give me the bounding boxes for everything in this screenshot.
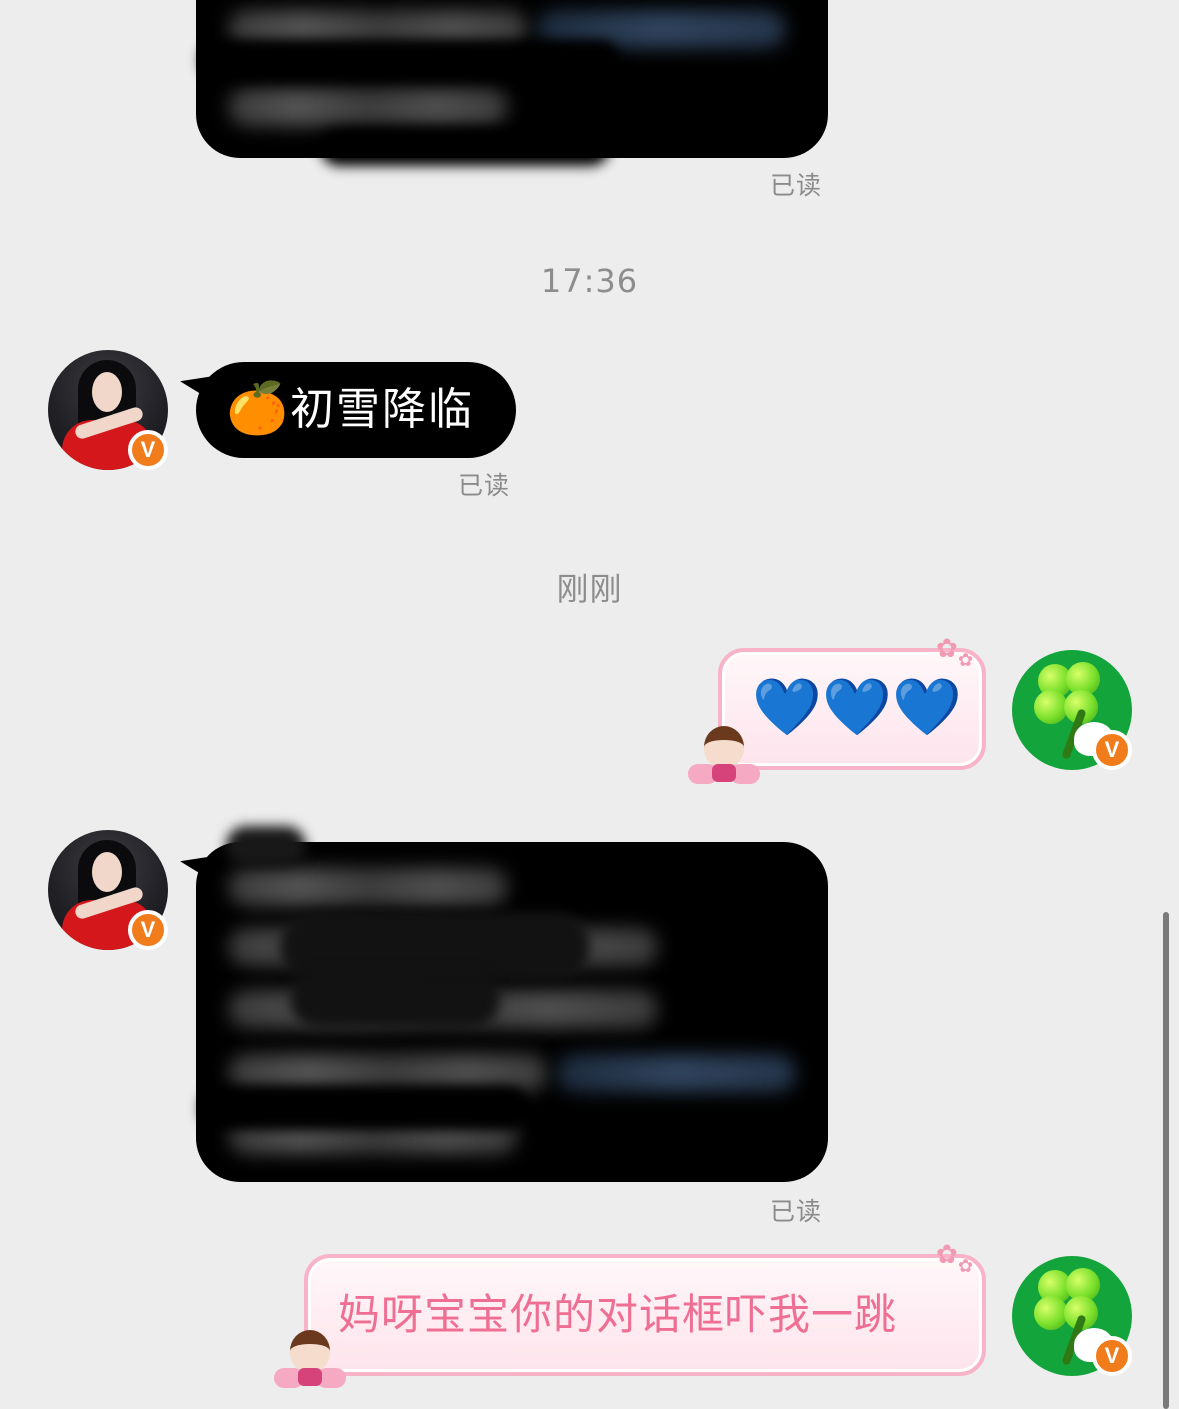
message-bubble-text[interactable]: 妈呀宝宝你的对话框吓我一跳 bbox=[304, 1254, 986, 1376]
verified-badge-icon: V bbox=[1092, 730, 1132, 770]
verified-badge-icon: V bbox=[128, 910, 168, 950]
read-status: 已读 bbox=[458, 471, 511, 500]
verified-badge-icon: V bbox=[128, 430, 168, 470]
message-text: 初雪降临 bbox=[290, 384, 474, 435]
anime-boy-sticker-icon bbox=[274, 1326, 346, 1390]
flower-icon: ✿ bbox=[958, 1256, 974, 1277]
time-divider: 刚刚 bbox=[556, 570, 623, 608]
bubble-tail bbox=[180, 376, 214, 402]
flower-icon: ✿ bbox=[958, 650, 974, 671]
blur-smudge bbox=[200, 40, 620, 80]
flower-icon: ✿ bbox=[936, 634, 958, 664]
read-status: 已读 bbox=[770, 1197, 823, 1226]
orange-emoji-icon: 🍊 bbox=[226, 379, 289, 437]
blue-heart-icon: 💙 bbox=[892, 675, 962, 740]
anime-boy-sticker-icon bbox=[688, 722, 760, 786]
read-status: 已读 bbox=[770, 171, 823, 200]
blur-smudge bbox=[290, 972, 500, 1028]
time-divider: 17:36 bbox=[540, 262, 639, 300]
hearts-row: 💙 💙 💙 bbox=[752, 675, 962, 740]
blue-heart-icon: 💙 bbox=[752, 675, 822, 740]
message-text: 妈呀宝宝你的对话框吓我一跳 bbox=[338, 1290, 898, 1339]
blur-smudge bbox=[226, 826, 306, 866]
flower-icon: ✿ bbox=[936, 1240, 958, 1270]
verified-badge-icon: V bbox=[1092, 1336, 1132, 1376]
scrollbar[interactable] bbox=[1163, 912, 1169, 1409]
blur-smudge bbox=[200, 1086, 530, 1130]
blur-smudge bbox=[320, 128, 610, 166]
message-bubble-text[interactable]: 🍊 初雪降临 bbox=[180, 362, 516, 458]
message-bubble-blurred[interactable] bbox=[180, 842, 828, 1182]
avatar-face bbox=[92, 372, 122, 412]
blue-heart-icon: 💙 bbox=[822, 675, 892, 740]
